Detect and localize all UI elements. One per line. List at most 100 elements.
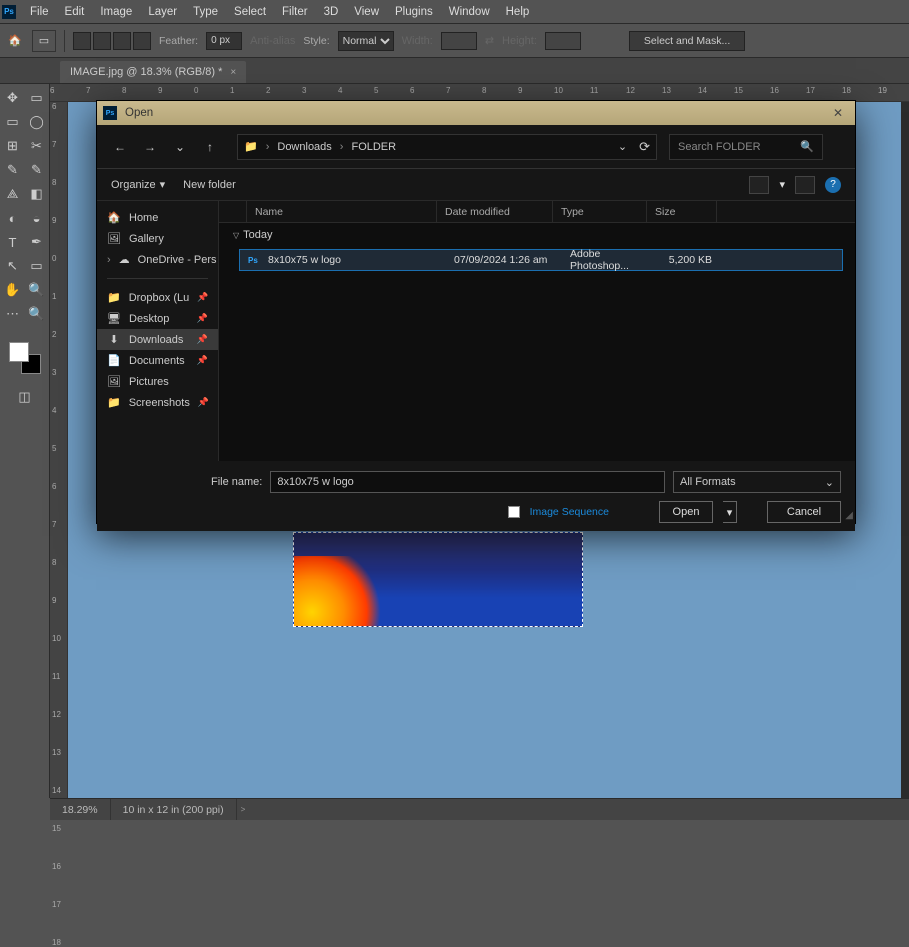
pen-tool[interactable]: ✒	[26, 231, 48, 253]
selection-add-icon[interactable]	[93, 32, 111, 50]
selection-new-icon[interactable]	[73, 32, 91, 50]
foreground-color-swatch[interactable]	[9, 342, 29, 362]
menu-help[interactable]: Help	[498, 6, 538, 18]
sidebar-desktop[interactable]: 🖥Desktop📌	[97, 308, 218, 329]
eraser-tool[interactable]: ◧	[26, 183, 48, 205]
sidebar-documents[interactable]: 📄Documents📌	[97, 350, 218, 371]
view-chevron-icon[interactable]: ▾	[779, 178, 785, 191]
pictures-icon: 🖼	[107, 375, 121, 388]
file-row[interactable]: Ps 8x10x75 w logo 07/09/2024 1:26 am Ado…	[239, 249, 843, 271]
search-tool[interactable]: 🔍	[26, 303, 48, 325]
selection-mode-group	[73, 32, 151, 50]
artboard-tool[interactable]: ▭	[26, 87, 48, 109]
address-chevron-icon[interactable]: ⌄	[618, 140, 627, 153]
file-list-pane: Name Date modified Type Size ▽ Today Ps …	[219, 201, 855, 461]
clone-tool[interactable]: ⟁	[2, 183, 24, 205]
preview-pane-button[interactable]	[795, 176, 815, 194]
document-info[interactable]: 10 in x 12 in (200 ppi)	[111, 799, 237, 820]
date-group-today[interactable]: ▽ Today	[219, 223, 855, 247]
col-date[interactable]: Date modified	[437, 201, 553, 222]
dialog-body: 🏠Home 🖼Gallery ›☁OneDrive - Pers 📁Dropbo…	[97, 201, 855, 461]
menu-plugins[interactable]: Plugins	[387, 6, 441, 18]
sidebar-screenshots[interactable]: 📁Screenshots📌	[97, 392, 218, 413]
sidebar-pictures[interactable]: 🖼Pictures	[97, 371, 218, 392]
open-button[interactable]: Open	[659, 501, 713, 523]
crop-tool[interactable]: ✂	[26, 135, 48, 157]
gradient-tool[interactable]: ◐	[2, 207, 24, 229]
format-select[interactable]: All Formats⌄	[673, 471, 841, 493]
type-tool[interactable]: T	[2, 231, 24, 253]
path-tool[interactable]: ↖	[2, 255, 24, 277]
open-split-button[interactable]: ▾	[723, 501, 737, 523]
menu-edit[interactable]: Edit	[57, 6, 93, 18]
view-mode-button[interactable]	[749, 176, 769, 194]
selection-intersect-icon[interactable]	[133, 32, 151, 50]
sidebar-home[interactable]: 🏠Home	[97, 207, 218, 228]
pin-icon: 📌	[197, 313, 208, 324]
menu-view[interactable]: View	[346, 6, 387, 18]
col-type[interactable]: Type	[553, 201, 647, 222]
document-tab[interactable]: IMAGE.jpg @ 18.3% (RGB/8) * ×	[60, 61, 246, 83]
quickmask-icon[interactable]: ◫	[14, 386, 36, 408]
chevron-right-icon: ›	[107, 254, 111, 266]
wand-tool[interactable]: ⊞	[2, 135, 24, 157]
marquee-tool-indicator[interactable]: ▭	[32, 30, 56, 52]
menu-file[interactable]: File	[22, 6, 57, 18]
menu-3d[interactable]: 3D	[316, 6, 347, 18]
select-and-mask-button[interactable]: Select and Mask...	[629, 31, 745, 51]
nav-forward-button[interactable]: →	[141, 140, 159, 154]
width-input	[441, 32, 477, 50]
new-folder-button[interactable]: New folder	[183, 179, 236, 191]
brush-tool[interactable]: ✎	[26, 159, 48, 181]
menu-type[interactable]: Type	[185, 6, 226, 18]
help-button[interactable]: ?	[825, 177, 841, 193]
move-tool[interactable]: ✥	[2, 87, 24, 109]
filename-input[interactable]	[270, 471, 665, 493]
home-icon[interactable]: 🏠	[6, 33, 24, 49]
feather-input[interactable]	[206, 32, 242, 50]
nav-up-button[interactable]: ↑	[201, 140, 219, 154]
blur-tool[interactable]: ◒	[26, 207, 48, 229]
extra-tool[interactable]: ⋯	[2, 303, 24, 325]
resize-grip-icon[interactable]: ◢	[845, 510, 853, 521]
col-size[interactable]: Size	[647, 201, 717, 222]
organize-button[interactable]: Organize▾	[111, 178, 165, 191]
nav-recent-button[interactable]: ⌄	[171, 140, 189, 154]
menu-select[interactable]: Select	[226, 6, 274, 18]
menu-image[interactable]: Image	[92, 6, 140, 18]
dialog-toolbar: Organize▾ New folder ▾ ?	[97, 169, 855, 201]
refresh-button[interactable]: ⟳	[639, 139, 650, 155]
image-sequence-checkbox[interactable]	[508, 506, 520, 518]
breadcrumb-downloads[interactable]: Downloads	[277, 141, 331, 153]
menu-layer[interactable]: Layer	[140, 6, 185, 18]
status-chevron-icon[interactable]: >	[237, 805, 250, 814]
col-name[interactable]: Name	[247, 201, 437, 222]
search-input[interactable]: Search FOLDER 🔍	[669, 134, 823, 160]
chevron-down-icon: ⌄	[825, 476, 834, 489]
selection-subtract-icon[interactable]	[113, 32, 131, 50]
right-panel-collapsed[interactable]	[901, 102, 909, 798]
sidebar-dropbox[interactable]: 📁Dropbox (Lu📌	[97, 287, 218, 308]
document-icon: 📄	[107, 354, 121, 367]
menu-filter[interactable]: Filter	[274, 6, 316, 18]
lasso-tool[interactable]: ◯	[26, 111, 48, 133]
tab-close-icon[interactable]: ×	[230, 67, 236, 78]
shape-tool[interactable]: ▭	[26, 255, 48, 277]
style-select[interactable]: Normal	[338, 31, 394, 51]
eyedropper-tool[interactable]: ✎	[2, 159, 24, 181]
breadcrumb-folder[interactable]: FOLDER	[351, 141, 396, 153]
sidebar-downloads[interactable]: ⬇Downloads📌	[97, 329, 218, 350]
dialog-titlebar[interactable]: Ps Open ✕	[97, 101, 855, 125]
zoom-tool[interactable]: 🔍	[26, 279, 48, 301]
sidebar-onedrive[interactable]: ›☁OneDrive - Pers	[97, 249, 218, 270]
sidebar-gallery[interactable]: 🖼Gallery	[97, 228, 218, 249]
menu-window[interactable]: Window	[441, 6, 498, 18]
hand-tool[interactable]: ✋	[2, 279, 24, 301]
address-bar[interactable]: 📁 › Downloads › FOLDER ⌄ ⟳	[237, 134, 657, 160]
color-swatch[interactable]	[9, 342, 41, 374]
dialog-close-button[interactable]: ✕	[827, 104, 849, 122]
cancel-button[interactable]: Cancel	[767, 501, 841, 523]
zoom-level[interactable]: 18.29%	[50, 799, 111, 820]
marquee-tool[interactable]: ▭	[2, 111, 24, 133]
nav-back-button[interactable]: ←	[111, 140, 129, 154]
